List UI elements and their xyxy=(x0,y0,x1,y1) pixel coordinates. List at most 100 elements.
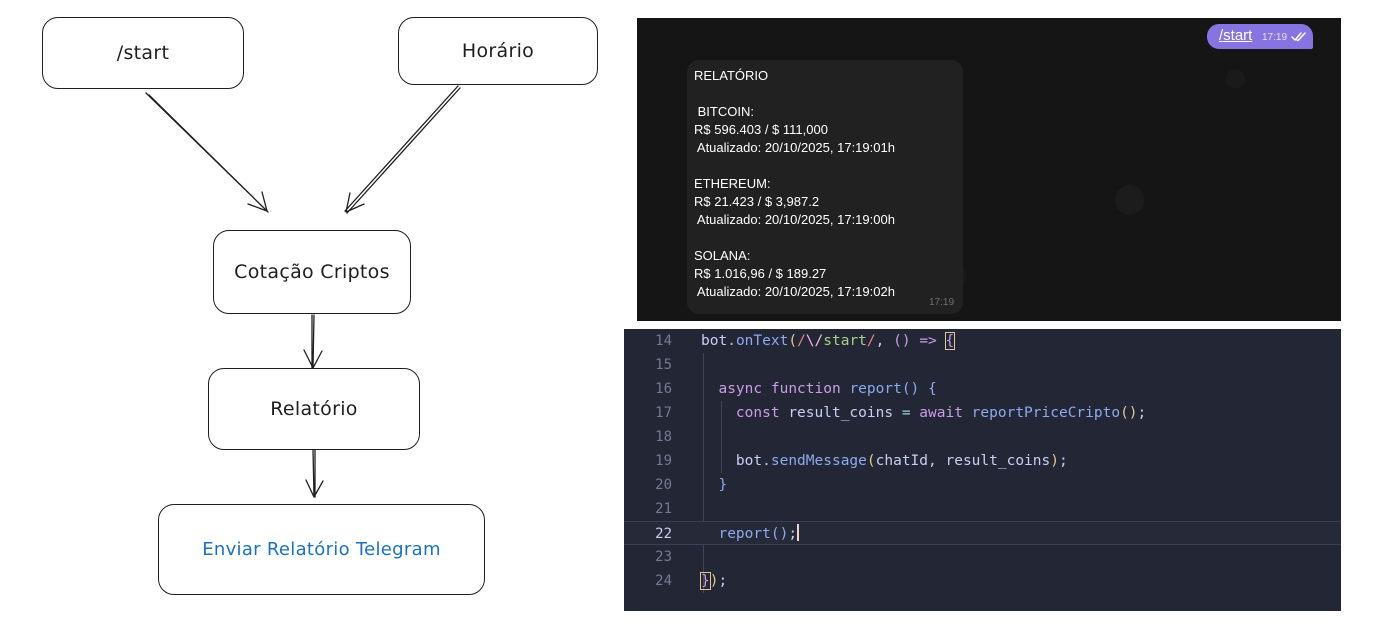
telegram-chat-panel[interactable]: /start 17:19 RELATÓRIO BITCOIN: R$ 596.4… xyxy=(637,18,1341,321)
line-number: 15 xyxy=(655,357,672,373)
token: async xyxy=(718,381,763,397)
token: { xyxy=(928,381,937,397)
node-horario-label: Horário xyxy=(461,40,535,62)
text-cursor xyxy=(797,524,799,541)
line-number: 17 xyxy=(655,405,672,421)
token: \/ xyxy=(805,333,824,349)
arrow-cotacao-to-relatorio xyxy=(311,314,315,369)
token: ; xyxy=(718,573,728,589)
code-line[interactable]: 17 const result_coins = await reportPric… xyxy=(624,401,1341,425)
message-line: R$ 596.403 / $ 111,000 xyxy=(694,122,828,137)
token: { xyxy=(944,332,956,350)
node-relatorio-label: Relatório xyxy=(270,398,358,420)
code-editor[interactable]: 14 bot.onText(/\/start/, () => { 15 16 a… xyxy=(624,329,1341,611)
code-text[interactable]: bot.onText(/\/start/, () => { xyxy=(701,329,956,353)
incoming-message-time: 17:19 xyxy=(929,297,955,308)
code-text[interactable]: const result_coins = await reportPriceCr… xyxy=(701,401,1146,425)
code-line[interactable]: 21 xyxy=(624,497,1341,521)
line-number: 24 xyxy=(655,573,672,589)
message-line: SOLANA: xyxy=(694,248,751,263)
line-number: 19 xyxy=(655,453,672,469)
node-enviar-label: Enviar Relatório Telegram xyxy=(202,539,441,560)
token: , xyxy=(875,333,885,349)
node-relatorio: Relatório xyxy=(208,368,420,450)
code-line-active[interactable]: 22 report(); xyxy=(624,521,1341,545)
message-line: R$ 1.016,96 / $ 189.27 xyxy=(694,266,827,281)
token: () xyxy=(770,526,789,542)
line-number: 23 xyxy=(655,549,672,565)
token: onText xyxy=(735,333,789,349)
message-line: Atualizado: 20/10/2025, 17:19:00h xyxy=(694,212,895,227)
token: function xyxy=(770,381,841,397)
token: const xyxy=(735,405,780,421)
arrowhead-horario xyxy=(345,192,365,213)
code-line[interactable]: 18 xyxy=(624,425,1341,449)
token: = xyxy=(901,405,911,421)
node-start-label: /start xyxy=(116,42,170,64)
token: ( xyxy=(866,453,876,469)
token: ; xyxy=(1137,405,1147,421)
token: ) xyxy=(1050,453,1059,469)
code-text[interactable]: } xyxy=(701,473,727,497)
message-line: ETHEREUM: xyxy=(694,176,771,191)
token: . xyxy=(727,333,736,349)
outgoing-message-text[interactable]: /start xyxy=(1219,27,1252,44)
code-line[interactable]: 20 } xyxy=(624,473,1341,497)
token: report xyxy=(718,526,771,542)
read-double-check-icon xyxy=(1291,32,1306,42)
node-horario: Horário xyxy=(398,17,598,85)
token: ; xyxy=(788,526,798,542)
line-number: 14 xyxy=(655,333,672,349)
message-line: RELATÓRIO xyxy=(694,68,769,83)
code-line[interactable]: 15 xyxy=(624,353,1341,377)
token: ; xyxy=(1058,453,1068,469)
token: bot xyxy=(701,333,728,349)
token: result_coins xyxy=(945,453,1051,469)
token: () xyxy=(901,381,920,397)
token: await xyxy=(919,405,963,421)
outgoing-message-bubble[interactable]: /start 17:19 xyxy=(1207,24,1313,49)
token: bot xyxy=(735,453,763,469)
message-line: R$ 21.423 / $ 3,987.2 xyxy=(694,194,820,209)
message-line: BITCOIN: xyxy=(694,104,754,119)
token: } xyxy=(718,477,728,493)
code-text[interactable]: }); xyxy=(700,569,728,593)
arrow-relatorio-to-enviar xyxy=(312,449,316,498)
line-number: 18 xyxy=(655,429,672,445)
line-number: 21 xyxy=(655,501,672,517)
outgoing-message-time: 17:19 xyxy=(1262,32,1288,43)
token: ( xyxy=(788,333,798,349)
line-number: 22 xyxy=(655,526,672,542)
token: () xyxy=(893,333,911,349)
token: start xyxy=(823,333,867,349)
code-line[interactable]: 23 xyxy=(624,545,1341,569)
code-line[interactable]: 19 bot.sendMessage(chatId, result_coins)… xyxy=(624,449,1341,473)
node-cotacao-label: Cotação Criptos xyxy=(234,261,390,283)
code-text[interactable]: report(); xyxy=(701,522,799,546)
incoming-message-bubble[interactable]: RELATÓRIO BITCOIN: R$ 596.403 / $ 111,00… xyxy=(687,60,963,314)
token: sendMessage xyxy=(770,453,867,469)
token: chatId xyxy=(875,453,929,469)
code-text[interactable]: async function report() { xyxy=(701,377,937,401)
arrow-start-to-cotacao xyxy=(145,92,269,213)
token: () xyxy=(1120,405,1138,421)
token: , xyxy=(928,453,937,469)
token: / xyxy=(866,333,876,349)
token: => xyxy=(919,333,937,349)
node-cotacao: Cotação Criptos xyxy=(213,230,411,314)
token: result_coins xyxy=(788,405,894,421)
code-line[interactable]: 24 }); xyxy=(624,569,1341,593)
message-line: Atualizado: 20/10/2025, 17:19:01h xyxy=(694,140,895,155)
token: / xyxy=(797,333,806,349)
token: } xyxy=(700,572,711,590)
token: reportPriceCripto xyxy=(971,405,1121,421)
token: report xyxy=(849,381,902,397)
code-line[interactable]: 14 bot.onText(/\/start/, () => { xyxy=(624,329,1341,353)
line-number: 20 xyxy=(655,477,672,493)
node-enviar: Enviar Relatório Telegram xyxy=(158,504,485,595)
code-text[interactable]: bot.sendMessage(chatId, result_coins); xyxy=(701,449,1068,473)
node-start: /start xyxy=(42,17,244,89)
code-line[interactable]: 16 async function report() { xyxy=(624,377,1341,401)
arrow-horario-to-cotacao xyxy=(344,85,461,214)
token: . xyxy=(762,453,771,469)
